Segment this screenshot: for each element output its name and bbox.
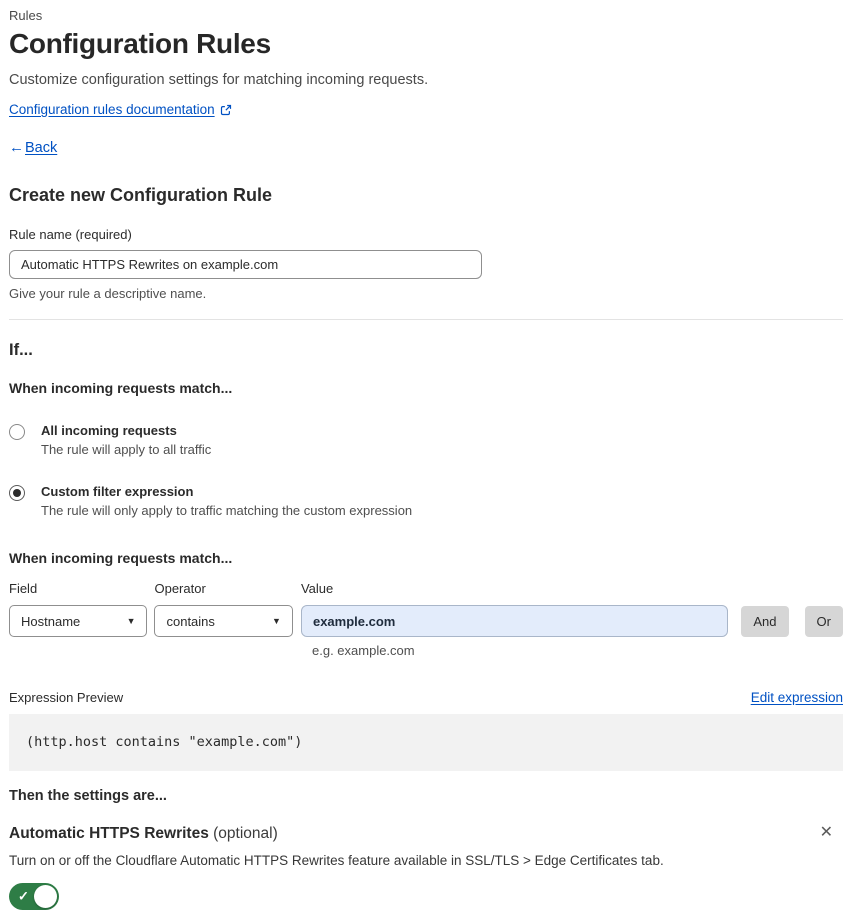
or-button[interactable]: Or (804, 606, 843, 637)
back-link-label: Back (25, 139, 58, 156)
if-section-title: If... (9, 341, 33, 359)
value-helper: e.g. example.com (312, 643, 415, 658)
value-label: Value (300, 581, 334, 596)
operator-label: Operator (154, 581, 206, 596)
setting-description: Turn on or off the Cloudflare Automatic … (9, 853, 664, 868)
rule-name-input[interactable] (9, 250, 482, 279)
and-button[interactable]: And (741, 606, 789, 637)
chevron-down-icon: ▼ (272, 616, 281, 626)
operator-select[interactable]: contains ▼ (154, 605, 293, 637)
documentation-link[interactable]: Configuration rules documentation (9, 102, 215, 117)
expression-preview-code: (http.host contains "example.com") (9, 714, 843, 771)
page-description: Customize configuration settings for mat… (9, 72, 429, 88)
edit-expression-link[interactable]: Edit expression (751, 690, 843, 705)
field-label: Field (9, 581, 38, 596)
radio-button-all-incoming[interactable] (9, 424, 25, 440)
field-select[interactable]: Hostname ▼ (9, 605, 148, 637)
chevron-down-icon: ▼ (126, 616, 136, 626)
toggle-knob (34, 885, 57, 908)
page-container: Rules Configuration Rules Customize conf… (0, 0, 852, 910)
setting-title: Automatic HTTPS Rewrites (optional) (9, 825, 278, 843)
radio-option-all-incoming[interactable]: All incoming requests The rule will appl… (9, 423, 843, 457)
radio-label-all-incoming: All incoming requests (41, 423, 177, 438)
radio-button-custom-filter[interactable] (9, 485, 25, 501)
back-arrow-icon: ← (9, 139, 24, 156)
expression-preview-label: Expression Preview (9, 690, 124, 705)
rule-name-label: Rule name (required) (9, 227, 132, 242)
match-type-heading: When incoming requests match... (9, 380, 233, 396)
external-link-icon (220, 104, 232, 116)
breadcrumb: Rules (9, 8, 43, 23)
remove-setting-button[interactable]: ✕ (816, 825, 837, 841)
rule-name-helper: Give your rule a descriptive name. (9, 286, 207, 301)
page-title: Configuration Rules (9, 28, 271, 59)
radio-label-custom-filter: Custom filter expression (41, 484, 194, 499)
condition-heading: When incoming requests match... (9, 550, 233, 566)
back-link[interactable]: ← Back (9, 139, 843, 156)
check-icon: ✓ (18, 888, 29, 904)
then-section-heading: Then the settings are... (9, 788, 167, 804)
value-input[interactable] (300, 605, 729, 637)
field-select-value: Hostname (21, 613, 81, 629)
close-icon: ✕ (819, 824, 833, 841)
radio-option-custom-filter[interactable]: Custom filter expression The rule will o… (9, 484, 843, 518)
condition-row: Field Hostname ▼ Operator contains ▼ Val… (9, 581, 843, 637)
setting-optional-tag: (optional) (208, 825, 278, 842)
operator-select-value: contains (166, 613, 215, 629)
section-divider (9, 319, 843, 320)
radio-desc-all-incoming: The rule will apply to all traffic (41, 442, 212, 457)
setting-name: Automatic HTTPS Rewrites (9, 825, 209, 842)
radio-desc-custom-filter: The rule will only apply to traffic matc… (41, 503, 413, 518)
form-title: Create new Configuration Rule (9, 185, 273, 205)
